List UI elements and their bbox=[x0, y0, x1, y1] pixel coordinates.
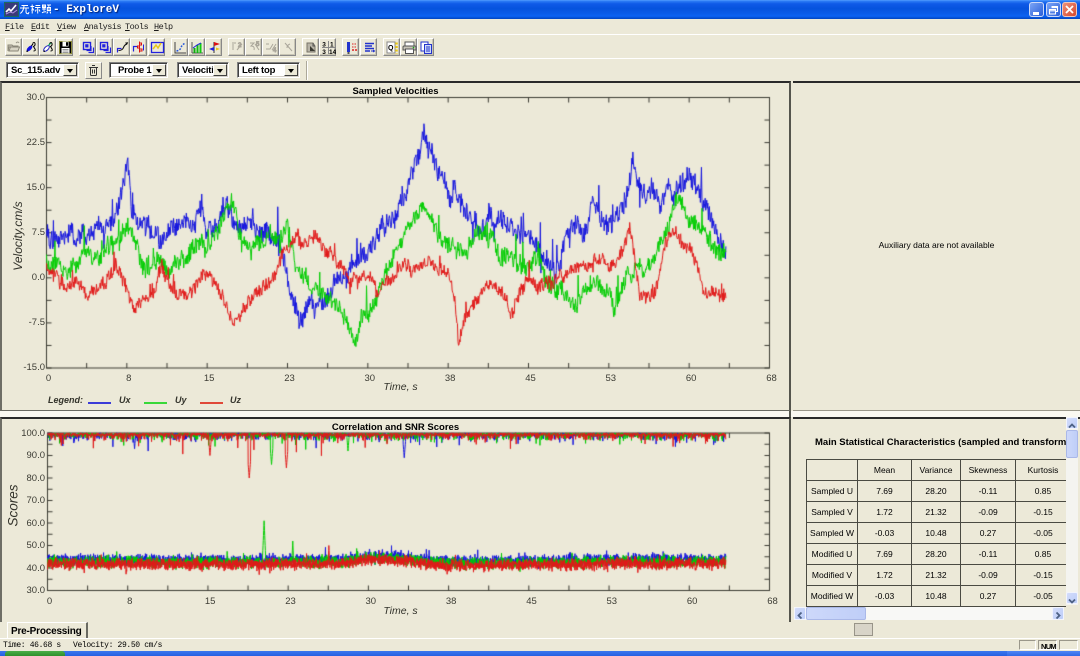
svg-text:3: 3 bbox=[322, 42, 326, 49]
svg-text:5: 5 bbox=[256, 42, 260, 48]
svg-text:14: 14 bbox=[329, 49, 336, 55]
svg-text:1: 1 bbox=[330, 42, 334, 49]
svg-text:Q: Q bbox=[388, 45, 394, 52]
svg-text:4: 4 bbox=[273, 48, 277, 54]
svg-text:3: 3 bbox=[322, 49, 326, 55]
svg-text:2: 2 bbox=[238, 43, 242, 49]
